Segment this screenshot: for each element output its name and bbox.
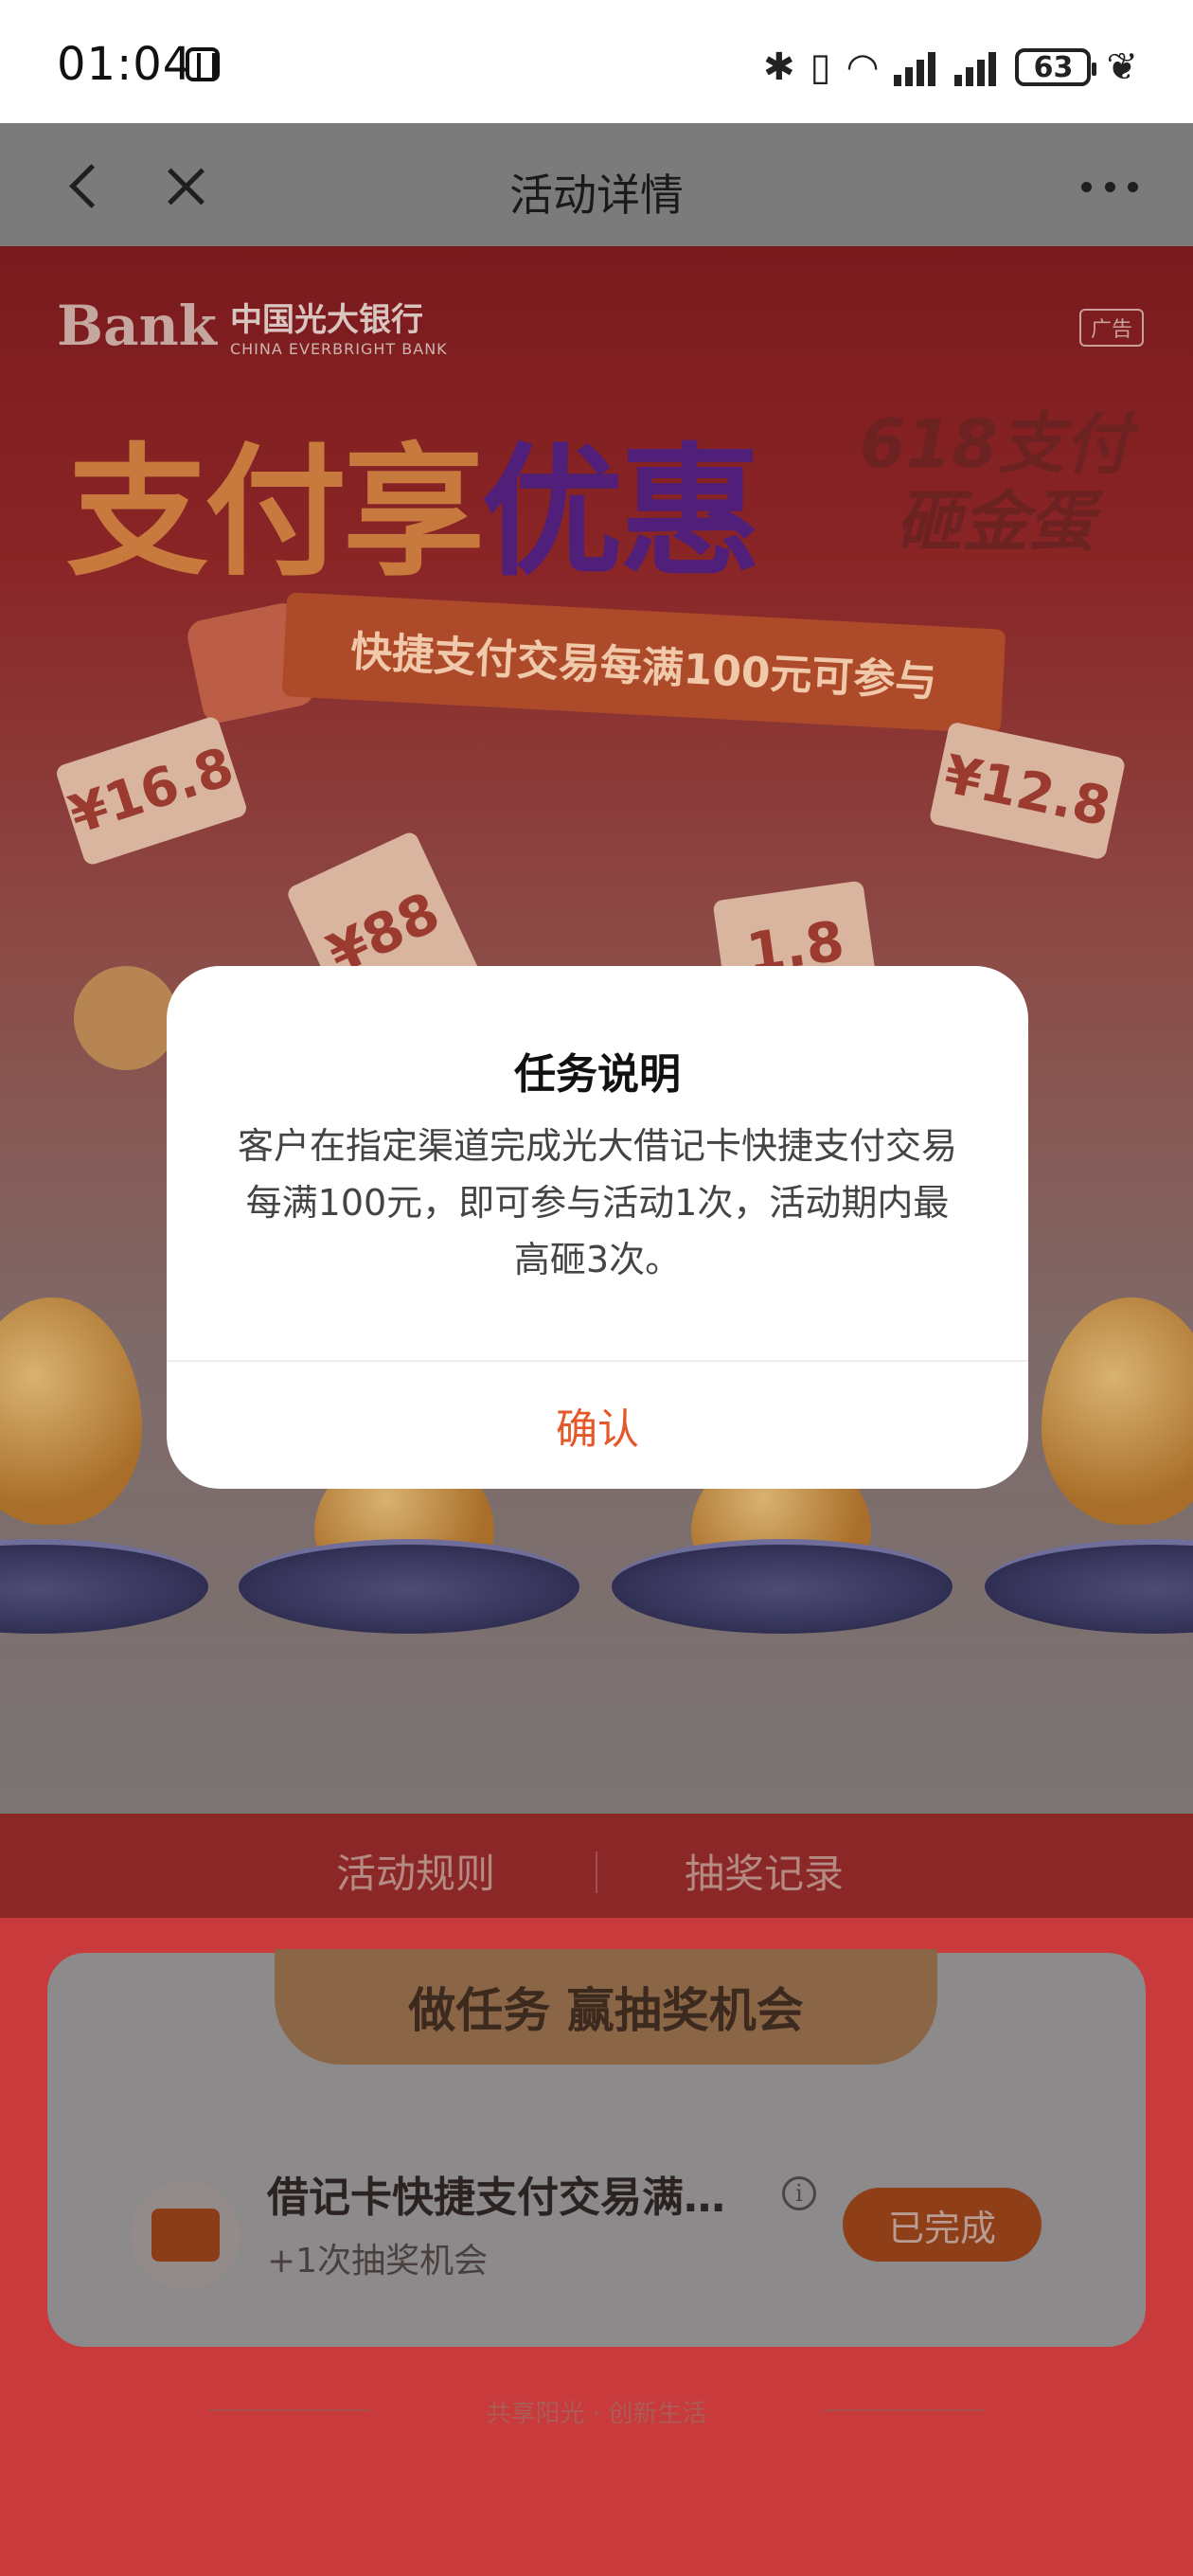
more-icon[interactable] [1081,182,1138,193]
egg-pedestal [612,1539,953,1634]
footer-slogan: 共享阳光 · 创新生活 [486,2400,707,2428]
status-bar: 01:04 ✱ ▯ ◠ 63 ❦ [0,0,1193,123]
status-time: 01:04 [57,38,193,91]
status-icons: ✱ ▯ ◠ 63 ❦ [763,44,1138,91]
task-reward: +1次抽奖机会 [267,2242,489,2281]
dialog-body: 客户在指定渠道完成光大借记卡快捷支付交易每满100元，即可参与活动1次，活动期内… [237,1125,957,1280]
page-title: 活动详情 [509,170,684,221]
promo-title-part1: 支付享 [66,431,485,596]
promo-side-title: 618支付 砸金蛋 [860,405,1131,561]
task-status-button[interactable]: 已完成 [843,2188,1042,2262]
task-name: 借记卡快捷支付交易满… [267,2174,725,2222]
bank-logo: Bank 中国光大银行 CHINA EVERBRIGHT BANK [57,294,448,358]
golden-egg[interactable] [1042,1297,1193,1525]
egg-pedestal [985,1539,1193,1634]
golden-egg[interactable] [0,1297,142,1525]
activity-tabs: 活动规则 抽奖记录 [0,1814,1193,1918]
egg-pedestal [239,1539,579,1634]
signal-icon [894,48,939,86]
side-title-line1: 618支付 [859,405,1131,483]
confirm-button[interactable]: 确认 [167,1362,1028,1489]
ad-tag: 广告 [1078,309,1144,347]
footer: 共享阳光 · 创新生活 [0,2390,1193,2428]
battery-level: 63 [1033,50,1074,84]
wallet-icon [131,2180,240,2290]
info-icon[interactable]: i [782,2176,816,2210]
bank-name-cn: 中国光大银行 [229,301,423,339]
signal-icon-2 [954,48,1000,86]
coupon: ¥16.8 [54,714,249,868]
dialog-title: 任务说明 [514,1050,681,1099]
promo-title: 支付享优惠 [66,398,761,603]
vibrate-icon: ▯ [810,45,831,89]
coupon: ¥12.8 [928,721,1127,861]
coin-image [74,966,178,1070]
nfc-icon [186,47,220,81]
wifi-icon: ◠ [846,45,880,89]
egg-pedestal [0,1539,208,1634]
leaf-icon: ❦ [1106,45,1138,89]
promo-title-part2: 优惠 [481,431,761,596]
tab-activity-rules[interactable]: 活动规则 [336,1842,495,1900]
bluetooth-icon: ✱ [763,45,795,89]
bank-mark: Bank [57,294,217,358]
tab-lottery-records[interactable]: 抽奖记录 [685,1842,844,1900]
bank-name-en: CHINA EVERBRIGHT BANK [229,340,448,358]
task-card-heading: 做任务 赢抽奖机会 [275,1949,937,2065]
side-title-line2: 砸金蛋 [895,483,1095,561]
battery-icon: 63 [1015,48,1097,86]
page-header: 活动详情 [0,123,1193,246]
tab-divider [596,1852,597,1893]
promo-ribbon: 快捷支付交易每满100元可参与 [281,592,1006,734]
task-info-dialog: 任务说明 客户在指定渠道完成光大借记卡快捷支付交易每满100元，即可参与活动1次… [167,966,1028,1489]
footer-divider [824,2409,985,2411]
task-card: 做任务 赢抽奖机会 借记卡快捷支付交易满… +1次抽奖机会 i 已完成 [47,1949,1146,2347]
